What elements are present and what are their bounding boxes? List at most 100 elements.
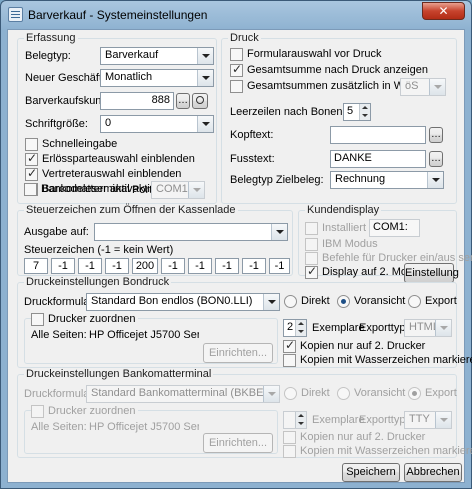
steuerzeichen-code-7[interactable]: -1 bbox=[188, 258, 212, 274]
radio-dot bbox=[337, 387, 350, 400]
bondruck-drucker-group: Drucker zuordnen Alle Seiten: HP Officej… bbox=[24, 313, 278, 364]
steuerzeichen-code-1[interactable]: 7 bbox=[24, 258, 48, 274]
dialog-client: Erfassung Belegtyp: Barverkauf Neuer Ges… bbox=[7, 29, 472, 483]
bankomat-drucker-zuordnen-checkbox[interactable]: Drucker zuordnen bbox=[31, 405, 139, 419]
bondruck-radio-voransicht[interactable]: Voransicht bbox=[337, 295, 405, 309]
checkbox-box bbox=[305, 222, 318, 235]
checkbox-box bbox=[24, 183, 37, 196]
spin-up-icon[interactable] bbox=[295, 412, 306, 420]
chevron-down-icon bbox=[435, 412, 451, 428]
steuerzeichen-code-6[interactable]: -1 bbox=[161, 258, 185, 274]
bankomat-exemplare-spinner[interactable] bbox=[283, 411, 307, 429]
kopftext-label: Kopftext: bbox=[230, 129, 274, 141]
chevron-down-icon bbox=[429, 79, 445, 95]
ibm-modus-checkbox[interactable]: IBM Modus bbox=[305, 238, 378, 252]
bankomat-exporttyp-label: Exporttyp: bbox=[359, 414, 409, 426]
kunde-search-button[interactable] bbox=[192, 93, 208, 109]
bankomat-radio-direkt[interactable]: Direkt bbox=[284, 387, 330, 401]
bondruck-exemplare-spinner[interactable]: 2 bbox=[283, 319, 307, 337]
checkbox-box bbox=[25, 167, 38, 181]
geschaeftsfall-select[interactable]: Monatlich bbox=[100, 69, 214, 87]
erfassung-legend: Erfassung bbox=[24, 32, 78, 44]
schnelleingabe-checkbox[interactable]: Schnelleingabe bbox=[25, 138, 117, 152]
bankomat-radio-voransicht[interactable]: Voransicht bbox=[337, 387, 405, 401]
chevron-down-icon bbox=[197, 116, 213, 132]
zielbeleg-label: Belegtyp Zielbeleg: bbox=[230, 174, 324, 186]
bankomat-printer-name: HP Officejet J5700 Series (USB0 bbox=[89, 421, 199, 433]
bondruck-exemplare-label: Exemplare bbox=[312, 322, 365, 334]
bondruck-group: Druckeinstellungen Bondruck Druckformula… bbox=[17, 276, 472, 368]
leerzeilen-spinner[interactable]: 5 bbox=[343, 103, 371, 121]
bankomat-radio-export[interactable]: Export bbox=[408, 387, 457, 401]
spin-up-icon[interactable] bbox=[295, 320, 306, 328]
abbrechen-button[interactable]: Abbrechen bbox=[404, 463, 462, 482]
bankomat-einrichten-button[interactable]: Einrichten... bbox=[203, 433, 273, 453]
bondruck-printer-name: HP Officejet J5700 Series (USB0 bbox=[89, 329, 199, 341]
bankomat-kopien-wasserzeichen-checkbox[interactable]: Kopien mit Wasserzeichen markieren bbox=[283, 445, 472, 459]
checkbox-box bbox=[31, 405, 44, 418]
vertreter-checkbox[interactable]: Vertreterauswahl einblenden bbox=[25, 167, 181, 182]
chevron-down-icon bbox=[435, 320, 451, 336]
bondruck-kopien-2-drucker-checkbox[interactable]: Kopien nur auf 2. Drucker bbox=[283, 339, 425, 354]
bankomat-group: Druckeinstellungen Bankomatterminal Druc… bbox=[17, 368, 472, 458]
bondruck-radio-export[interactable]: Export bbox=[408, 295, 457, 309]
steuerzeichen-code-4[interactable]: -1 bbox=[105, 258, 129, 274]
einstellung-button[interactable]: Einstellung bbox=[404, 263, 459, 283]
bondruck-alle-seiten-label: Alle Seiten: bbox=[31, 329, 87, 341]
bankomat-legend: Druckeinstellungen Bankomatterminal bbox=[24, 368, 214, 380]
bondruck-exporttyp-label: Exporttyp: bbox=[359, 322, 409, 334]
steuerzeichen-code-9[interactable]: -1 bbox=[242, 258, 266, 274]
spin-down-icon[interactable] bbox=[359, 112, 370, 120]
checkbox-box bbox=[283, 354, 296, 367]
checkbox-box bbox=[305, 238, 318, 251]
zielbeleg-select[interactable]: Rechnung bbox=[330, 171, 444, 189]
ausgabe-label: Ausgabe auf: bbox=[24, 226, 89, 238]
bondruck-radio-direkt[interactable]: Direkt bbox=[284, 295, 330, 309]
bankomat-kopien-2-drucker-checkbox[interactable]: Kopien nur auf 2. Drucker bbox=[283, 431, 425, 445]
erloesparte-checkbox[interactable]: Erlössparteauswahl einblenden bbox=[25, 152, 195, 167]
erfassung-group: Erfassung Belegtyp: Barverkauf Neuer Ges… bbox=[17, 32, 217, 204]
fusstext-browse-button[interactable]: … bbox=[429, 151, 443, 167]
kopftext-input[interactable] bbox=[330, 126, 426, 144]
spin-down-icon[interactable] bbox=[295, 420, 306, 428]
fusstext-input[interactable]: DANKE bbox=[330, 150, 426, 168]
steuerzeichen-code-2[interactable]: -1 bbox=[51, 258, 75, 274]
close-button[interactable]: ✕ bbox=[422, 2, 465, 20]
kunde-browse-button[interactable]: … bbox=[176, 93, 190, 109]
port-select[interactable]: COM1: bbox=[151, 181, 205, 199]
druck-legend: Druck bbox=[228, 32, 261, 44]
schriftgroesse-select[interactable]: 0 bbox=[100, 115, 214, 133]
bondruck-einrichten-button[interactable]: Einrichten... bbox=[203, 343, 273, 363]
belegtyp-select[interactable]: Barverkauf bbox=[100, 47, 214, 65]
bondruck-exporttyp-select[interactable]: HTML bbox=[404, 319, 452, 337]
barverkaufskunde-input[interactable]: 888 bbox=[100, 92, 174, 110]
waehrung-select[interactable]: öS bbox=[400, 78, 446, 96]
steuerzeichen-code-5[interactable]: 200 bbox=[132, 258, 158, 274]
radio-dot bbox=[408, 387, 421, 400]
steuerzeichen-code-10[interactable]: -1 bbox=[269, 258, 290, 274]
radio-dot bbox=[284, 295, 297, 308]
leerzeilen-label: Leerzeilen nach Bonende: bbox=[230, 106, 358, 118]
spin-up-icon[interactable] bbox=[359, 104, 370, 112]
search-icon bbox=[196, 96, 204, 104]
checkbox-box bbox=[230, 80, 243, 93]
bankomat-druckformular-select[interactable]: Standard Bankomatterminal (BKBELEG0.LLI) bbox=[86, 385, 280, 403]
checkbox-box bbox=[230, 48, 243, 61]
radio-dot bbox=[337, 295, 350, 308]
radio-dot bbox=[284, 387, 297, 400]
speichern-button[interactable]: Speichern bbox=[342, 463, 400, 482]
steuerzeichen-code-8[interactable]: -1 bbox=[215, 258, 239, 274]
installiert-port-field[interactable]: COM1: bbox=[369, 219, 420, 237]
bondruck-kopien-wasserzeichen-checkbox[interactable]: Kopien mit Wasserzeichen markieren bbox=[283, 354, 472, 368]
ausgabe-select[interactable] bbox=[94, 223, 288, 241]
bondruck-drucker-zuordnen-checkbox[interactable]: Drucker zuordnen bbox=[31, 313, 139, 327]
checkbox-box bbox=[25, 152, 38, 166]
gesamtsumme-checkbox[interactable]: Gesamtsumme nach Druck anzeigen bbox=[230, 63, 428, 78]
bankomat-exporttyp-select[interactable]: TTY bbox=[404, 411, 452, 429]
title-bar[interactable]: Barverkauf - Systemeinstellungen ✕ bbox=[1, 1, 471, 29]
kopftext-browse-button[interactable]: … bbox=[429, 127, 443, 143]
spin-down-icon[interactable] bbox=[295, 328, 306, 336]
formularauswahl-checkbox[interactable]: Formularauswahl vor Druck bbox=[230, 48, 381, 62]
steuerzeichen-code-3[interactable]: -1 bbox=[78, 258, 102, 274]
bondruck-druckformular-select[interactable]: Standard Bon endlos (BON0.LLI) bbox=[86, 293, 280, 311]
